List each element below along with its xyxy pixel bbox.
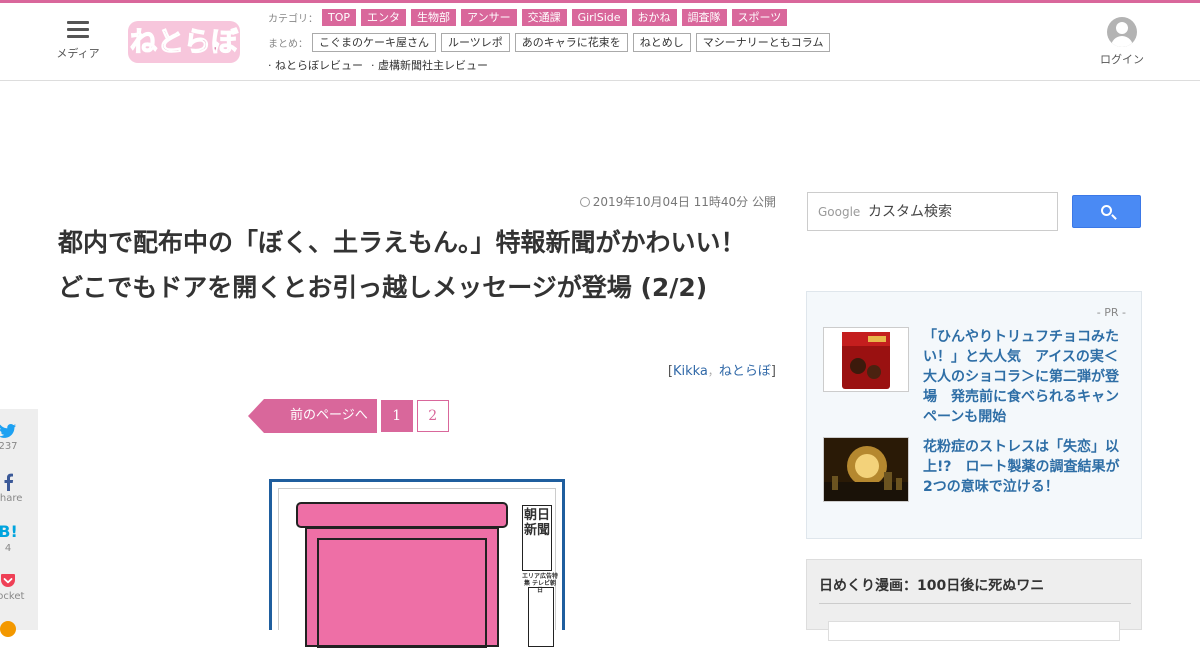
pocket-label: Pocket bbox=[0, 591, 25, 602]
feed-icon bbox=[0, 621, 16, 637]
publisher-link[interactable]: ねとらぼ bbox=[719, 364, 771, 379]
pr-label: - PR - bbox=[1096, 306, 1126, 319]
site-header: メディア ねとらぼ カテゴリ： TOP エンタ 生物部 アンサー 交通課 Gir… bbox=[0, 3, 1200, 81]
pr-box: - PR - 「ひんやりトリュフチョコみたい！」と大人気 アイスの実＜大人のショ… bbox=[806, 291, 1142, 539]
category-nav: カテゴリ： TOP エンタ 生物部 アンサー 交通課 GirlSide おかね … bbox=[268, 9, 792, 26]
facebook-share[interactable]: Share bbox=[0, 473, 30, 504]
pocket-share[interactable]: Pocket bbox=[0, 573, 30, 602]
pr-thumbnail[interactable] bbox=[823, 327, 909, 392]
newspaper-box bbox=[528, 587, 554, 647]
manga-title[interactable]: 日めくり漫画：100日後に死ぬワニ bbox=[819, 575, 1131, 604]
summary-tag[interactable]: ねとめし bbox=[632, 33, 691, 52]
login-button[interactable]: ログイン bbox=[1096, 17, 1148, 67]
chocolate-package-image bbox=[824, 328, 908, 391]
pr-thumbnail[interactable] bbox=[823, 437, 909, 502]
page-number[interactable]: 2 bbox=[416, 400, 449, 432]
category-tag[interactable]: おかね bbox=[631, 9, 677, 26]
facebook-icon bbox=[4, 473, 14, 491]
hatena-icon: B! bbox=[0, 522, 18, 541]
article-image: 朝日新聞 エリア広告特集 テレビ朝日 bbox=[269, 479, 565, 648]
clock-icon bbox=[579, 197, 590, 207]
twitter-share[interactable]: 237 bbox=[0, 423, 30, 452]
pr-link[interactable]: 「ひんやりトリュフチョコみたい！」と大人気 アイスの実＜大人のショコラ＞に第二弾… bbox=[923, 327, 1123, 427]
category-tag[interactable]: 交通課 bbox=[521, 9, 567, 26]
logo-text: ねとらぼ bbox=[130, 27, 239, 58]
login-label: ログイン bbox=[1100, 53, 1144, 66]
city-night-image bbox=[824, 438, 908, 501]
site-logo[interactable]: ねとらぼ bbox=[126, 15, 242, 67]
category-tag[interactable]: 生物部 bbox=[411, 9, 457, 26]
article-title: 都内で配布中の「ぼく、土ラえもん。」特報新聞がかわいい！ どこでもドアを開くとお… bbox=[58, 228, 771, 302]
review-link[interactable]: · ねとらぼレビュー bbox=[268, 57, 363, 73]
page-number-current[interactable]: 1 bbox=[380, 400, 413, 432]
publish-date: 2019年10月04日 11時40分 公開 bbox=[560, 193, 776, 210]
manga-widget: 日めくり漫画：100日後に死ぬワニ bbox=[806, 559, 1142, 641]
category-tag[interactable]: スポーツ bbox=[731, 9, 788, 26]
summary-tag[interactable]: あのキャラに花束を bbox=[514, 33, 628, 52]
twitter-count: 237 bbox=[0, 441, 18, 452]
hamburger-icon bbox=[67, 21, 89, 39]
google-brand: Google bbox=[818, 205, 861, 219]
custom-search-box: Google bbox=[807, 192, 1058, 231]
door-panel bbox=[317, 538, 487, 648]
twitter-icon bbox=[0, 424, 16, 438]
pagination: 前のページへ 1 2 bbox=[248, 399, 453, 433]
media-menu-button[interactable]: メディア bbox=[52, 21, 104, 61]
summary-tag[interactable]: マシーナリーともコラム bbox=[695, 33, 831, 52]
category-tag[interactable]: GirlSide bbox=[571, 9, 627, 26]
hatena-share[interactable]: B! 4 bbox=[0, 522, 30, 555]
byline-bracket: ] bbox=[770, 364, 776, 379]
pr-link[interactable]: 花粉症のストレスは「失恋」以上!? ロート製薬の調査結果が2つの意味で泣ける！ bbox=[923, 437, 1123, 497]
review-nav: · ねとらぼレビュー · 虚構新聞社主レビュー bbox=[268, 57, 496, 73]
media-menu-label: メディア bbox=[56, 47, 100, 60]
summary-nav: まとめ： こぐまのケーキ屋さん ルーツレポ あのキャラに花束を ねとめし マシー… bbox=[268, 33, 835, 52]
byline: [Kikka，ねとらぼ] bbox=[560, 360, 776, 379]
hatena-count: 4 bbox=[4, 543, 12, 554]
newspaper-name: 朝日新聞 bbox=[522, 505, 552, 571]
review-link[interactable]: · 虚構新聞社主レビュー bbox=[371, 57, 488, 73]
dokodemo-door bbox=[305, 527, 499, 648]
byline-separator: ， bbox=[707, 365, 719, 378]
category-tag[interactable]: 調査隊 bbox=[681, 9, 727, 26]
category-tag[interactable]: エンタ bbox=[361, 9, 407, 26]
summary-tag[interactable]: ルーツレポ bbox=[441, 33, 510, 52]
user-icon bbox=[1107, 17, 1137, 47]
category-tag[interactable]: アンサー bbox=[461, 9, 517, 26]
summary-tag[interactable]: こぐまのケーキ屋さん bbox=[312, 33, 436, 52]
facebook-count: Share bbox=[0, 493, 23, 504]
manga-content[interactable] bbox=[828, 621, 1120, 641]
search-input[interactable] bbox=[868, 201, 1048, 223]
pocket-icon bbox=[1, 574, 15, 587]
search-icon bbox=[1101, 205, 1112, 216]
door-header bbox=[296, 502, 508, 528]
category-label: カテゴリ： bbox=[268, 14, 318, 25]
author-link[interactable]: Kikka bbox=[673, 364, 708, 379]
prev-page-button[interactable]: 前のページへ bbox=[248, 399, 377, 433]
share-bar: 237 Share B! 4 Pocket bbox=[0, 409, 38, 637]
search-button[interactable] bbox=[1072, 195, 1141, 228]
image-frame: 朝日新聞 エリア広告特集 テレビ朝日 bbox=[278, 488, 558, 648]
category-tag[interactable]: TOP bbox=[322, 9, 357, 26]
rss-share[interactable] bbox=[0, 621, 30, 637]
publish-date-text: 2019年10月04日 11時40分 公開 bbox=[592, 195, 776, 209]
summary-label: まとめ： bbox=[268, 39, 308, 50]
